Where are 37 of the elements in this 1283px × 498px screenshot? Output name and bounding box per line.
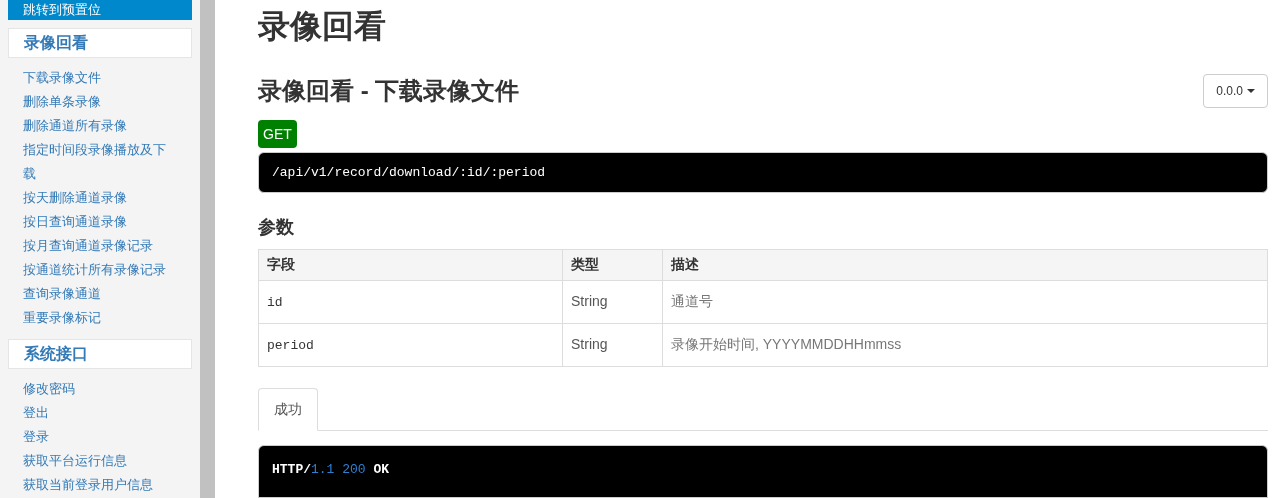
- section-heading: 录像回看 - 下载录像文件: [258, 76, 520, 106]
- sidebar-link[interactable]: 查询录像通道: [8, 282, 192, 306]
- table-cell: id: [258, 280, 563, 324]
- section-title: 系统接口: [24, 344, 88, 364]
- sidebar-link[interactable]: 按通道统计所有录像记录: [8, 258, 192, 282]
- column-header: 描述: [662, 249, 1268, 281]
- caret-icon: [1247, 89, 1255, 93]
- table-cell: 录像开始时间, YYYYMMDDHHmmss: [662, 323, 1268, 367]
- sidebar-link[interactable]: 重要录像标记: [8, 306, 192, 330]
- sidebar-link[interactable]: 登录: [8, 425, 192, 449]
- sidebar-link[interactable]: 删除通道所有录像: [8, 114, 192, 138]
- column-header: 类型: [562, 249, 663, 281]
- sidebar-link[interactable]: 下载录像文件: [8, 66, 192, 90]
- table-cell: String: [562, 280, 663, 324]
- version-dropdown[interactable]: 0.0.0: [1203, 74, 1268, 108]
- table-cell: period: [258, 323, 563, 367]
- section-title: 录像回看: [24, 33, 88, 53]
- endpoint-code: /api/v1/record/download/:id/:period: [258, 152, 1268, 193]
- table-cell: 通道号: [662, 280, 1268, 324]
- column-header: 字段: [258, 249, 563, 281]
- sidebar-link[interactable]: 按日查询通道录像: [8, 210, 192, 234]
- sidebar-link[interactable]: 登出: [8, 401, 192, 425]
- sidebar-link[interactable]: 获取当前登录用户信息: [8, 473, 192, 497]
- table-cell: String: [562, 323, 663, 367]
- page-title: 录像回看: [258, 7, 386, 46]
- params-heading: 参数: [258, 215, 294, 239]
- sidebar-link[interactable]: 按月查询通道录像记录: [8, 234, 192, 258]
- sidebar-link[interactable]: 获取平台运行信息: [8, 449, 192, 473]
- response-tab[interactable]: 成功: [258, 387, 318, 431]
- scrollbar[interactable]: [200, 0, 215, 498]
- sidebar-link[interactable]: 按天删除通道录像: [8, 186, 192, 210]
- sidebar-item[interactable]: 跳转到预置位: [8, 0, 192, 20]
- sidebar-link[interactable]: 删除单条录像: [8, 90, 192, 114]
- sidebar-link[interactable]: 指定时间段录像播放及下载: [8, 138, 192, 186]
- sidebar-link[interactable]: 修改密码: [8, 377, 192, 401]
- method-badge: GET: [258, 120, 297, 148]
- response-code: HTTP/1.1 200 OK: [258, 444, 1268, 498]
